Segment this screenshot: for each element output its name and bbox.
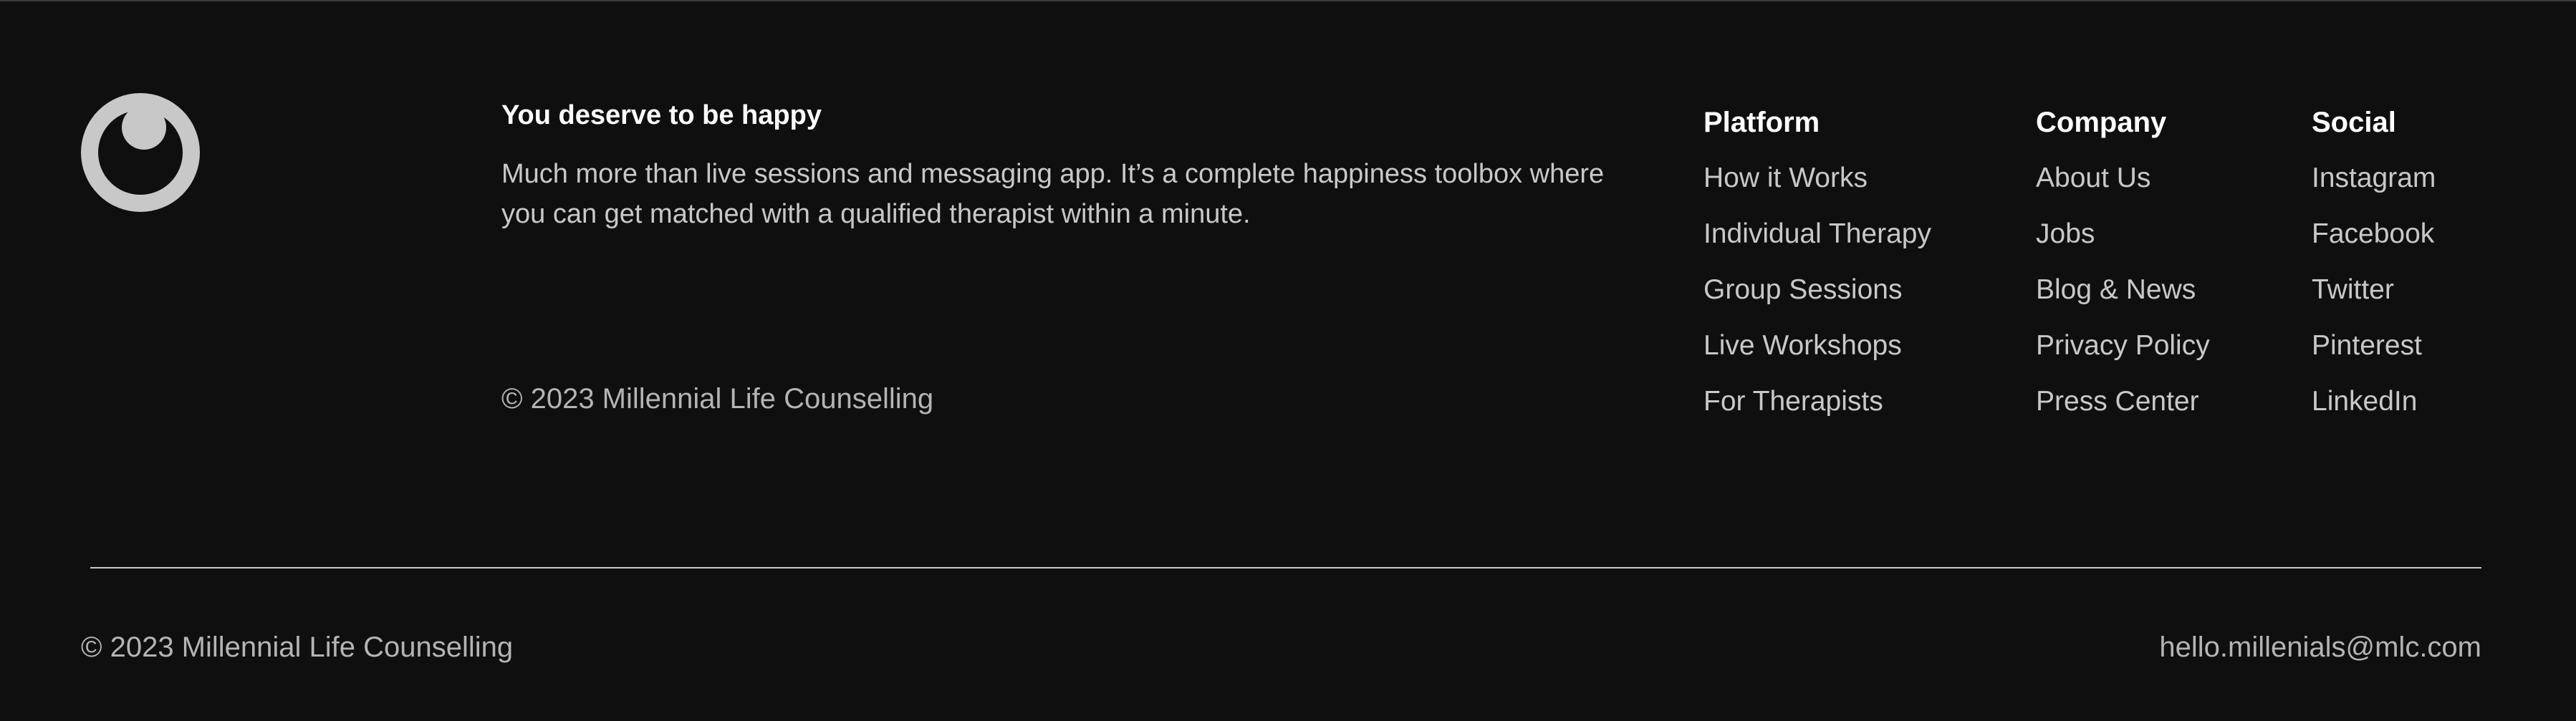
link-for-therapists[interactable]: For Therapists bbox=[1703, 382, 1931, 438]
social-column: Social Instagram Facebook Twitter Pinter… bbox=[2312, 103, 2436, 438]
link-how-it-works[interactable]: How it Works bbox=[1703, 159, 1931, 215]
link-live-workshops[interactable]: Live Workshops bbox=[1703, 326, 1931, 382]
footer-copyright-bottom: © 2023 Millennial Life Counselling bbox=[81, 632, 514, 663]
link-pinterest[interactable]: Pinterest bbox=[2312, 326, 2436, 382]
link-blog-news[interactable]: Blog & News bbox=[2036, 271, 2210, 326]
link-jobs[interactable]: Jobs bbox=[2036, 215, 2210, 271]
footer-tagline: You deserve to be happy bbox=[501, 100, 822, 130]
platform-column: Platform How it Works Individual Therapy… bbox=[1703, 103, 1931, 438]
platform-heading: Platform bbox=[1703, 107, 1820, 138]
link-twitter[interactable]: Twitter bbox=[2312, 271, 2436, 326]
contact-email-link[interactable]: hello.millenials@mlc.com bbox=[2159, 632, 2481, 664]
link-facebook[interactable]: Facebook bbox=[2312, 215, 2436, 271]
footer-copyright-upper: © 2023 Millennial Life Counselling bbox=[501, 383, 934, 415]
company-column: Company About Us Jobs Blog & News Privac… bbox=[2036, 103, 2210, 438]
link-group-sessions[interactable]: Group Sessions bbox=[1703, 271, 1931, 326]
footer-divider bbox=[90, 567, 2481, 568]
link-press-center[interactable]: Press Center bbox=[2036, 382, 2210, 438]
link-linkedin[interactable]: LinkedIn bbox=[2312, 382, 2436, 438]
social-heading: Social bbox=[2312, 107, 2396, 138]
eye-circle-logo-icon[interactable] bbox=[81, 93, 200, 212]
link-instagram[interactable]: Instagram bbox=[2312, 159, 2436, 215]
link-privacy-policy[interactable]: Privacy Policy bbox=[2036, 326, 2210, 382]
company-heading: Company bbox=[2036, 107, 2167, 138]
link-individual-therapy[interactable]: Individual Therapy bbox=[1703, 215, 1931, 271]
link-about-us[interactable]: About Us bbox=[2036, 159, 2210, 215]
footer-description: Much more than live sessions and messagi… bbox=[501, 159, 1605, 229]
